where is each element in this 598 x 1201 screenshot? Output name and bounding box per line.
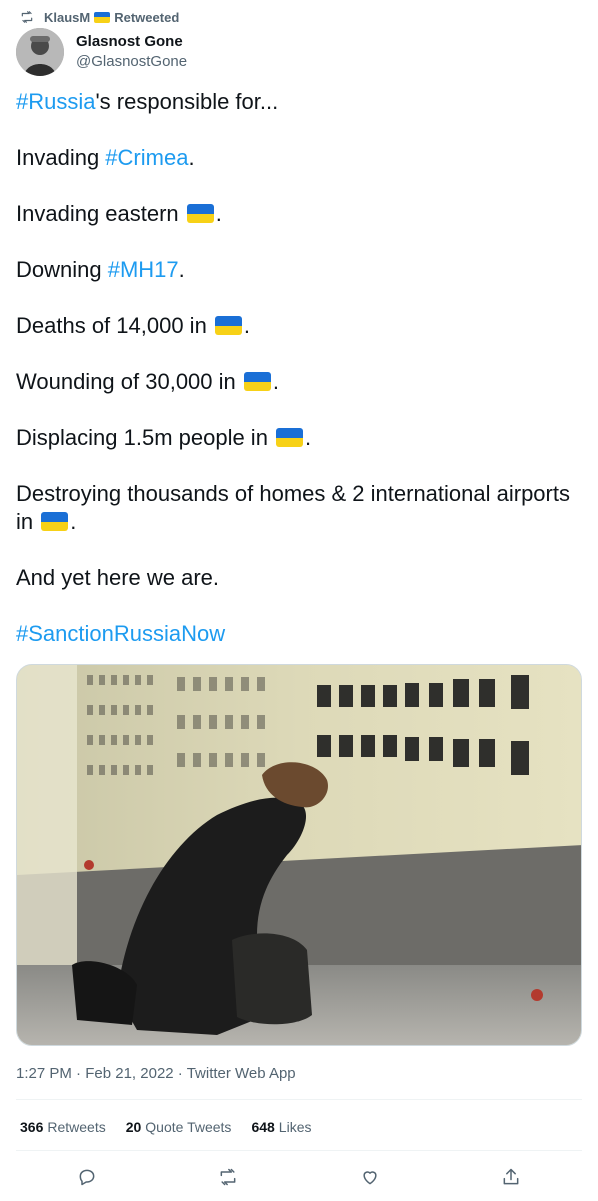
tweet-line: Destroying thousands of homes & 2 intern… <box>16 481 570 534</box>
tweet-stats: 366 Retweets 20 Quote Tweets 648 Likes <box>20 1118 331 1136</box>
ukraine-flag-emoji <box>243 372 271 391</box>
tweet-source[interactable]: Twitter Web App <box>187 1065 296 1082</box>
tweet-meta: 1:27 PM · Feb 21, 2022 · Twitter Web App <box>16 1065 296 1082</box>
author-display-name[interactable]: Glasnost Gone <box>76 32 187 52</box>
ukraine-flag-emoji <box>186 204 214 223</box>
retweeted-label: Retweeted <box>114 9 180 25</box>
avatar[interactable] <box>16 28 64 76</box>
tweet-date[interactable]: Feb 21, 2022 <box>85 1065 173 1082</box>
tweet-line: #SanctionRussiaNow <box>16 620 582 648</box>
tweet-actions <box>16 1162 582 1192</box>
hashtag-link[interactable]: #Russia <box>16 89 95 114</box>
tweet-photo[interactable] <box>16 664 582 1046</box>
ukraine-flag-emoji <box>41 512 69 531</box>
tweet-line: Wounding of 30,000 in . <box>16 369 280 394</box>
tweet-time[interactable]: 1:27 PM <box>16 1065 72 1082</box>
tweet-text: #Russia's responsible for... Invading #C… <box>16 88 582 648</box>
hashtag-link[interactable]: #SanctionRussiaNow <box>16 621 225 646</box>
tweet-author: Glasnost Gone @GlasnostGone <box>16 28 187 76</box>
author-handle[interactable]: @GlasnostGone <box>76 52 187 72</box>
tweet-line: Displacing 1.5m people in . <box>16 425 312 450</box>
tweet-line: Invading eastern . <box>16 201 222 226</box>
retweet-icon <box>20 10 34 24</box>
quote-tweets-stat[interactable]: 20 Quote Tweets <box>126 1118 232 1136</box>
retweet-header: KlausM Retweeted <box>20 8 179 26</box>
retweets-stat[interactable]: 366 Retweets <box>20 1118 106 1136</box>
retweet-icon[interactable] <box>217 1166 239 1188</box>
hashtag-link[interactable]: #MH17 <box>108 257 179 282</box>
tweet-line: And yet here we are. <box>16 565 220 590</box>
tweet-line: #Russia's responsible for... <box>16 89 279 114</box>
likes-stat[interactable]: 648 Likes <box>251 1118 311 1136</box>
hashtag-link[interactable]: #Crimea <box>105 145 188 170</box>
share-icon[interactable] <box>500 1166 522 1188</box>
ukraine-flag-emoji <box>214 316 242 335</box>
ukraine-flag-emoji <box>276 428 304 447</box>
retweeter-name[interactable]: KlausM <box>44 10 90 25</box>
ukraine-flag-emoji <box>94 11 111 23</box>
divider <box>16 1099 582 1100</box>
tweet-line: Invading #Crimea. <box>16 145 195 170</box>
tweet-line: Deaths of 14,000 in . <box>16 313 251 338</box>
like-icon[interactable] <box>359 1166 381 1188</box>
tweet-line: Downing #MH17. <box>16 257 185 282</box>
divider <box>16 1150 582 1151</box>
reply-icon[interactable] <box>76 1166 98 1188</box>
